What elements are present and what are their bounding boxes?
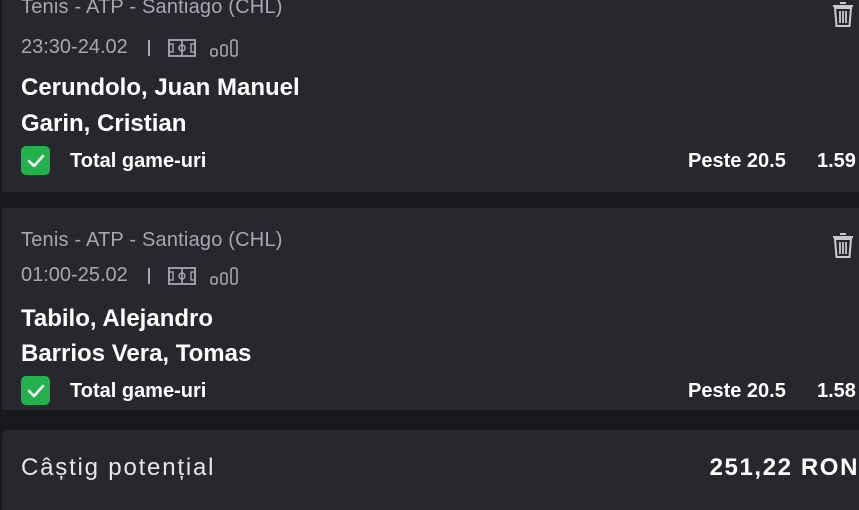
potential-winnings-panel: Câștig potențial 251,22 RON: [2, 430, 859, 510]
trash-icon[interactable]: [831, 231, 855, 259]
match-meta: 23:30-24.02: [21, 36, 252, 59]
potential-winnings-value: 251,22 RON: [709, 454, 859, 481]
odds-value: 1.58: [817, 380, 856, 402]
team-away: Garin, Cristian: [21, 110, 187, 137]
team-home: Tabilo, Alejandro: [21, 305, 214, 332]
team-home: Cerundolo, Juan Manuel: [21, 74, 300, 101]
field-icon[interactable]: [167, 38, 196, 58]
market-name: Total game-uri: [70, 380, 207, 402]
match-meta: 01:00-25.02: [21, 264, 252, 287]
team-away: Barrios Vera, Tomas: [21, 340, 252, 367]
trash-icon[interactable]: [831, 0, 855, 28]
bet-card: Tenis - ATP - Santiago (CHL) 23:30-24.02…: [2, 0, 859, 192]
checkmark-icon[interactable]: [21, 376, 50, 405]
field-icon[interactable]: [167, 266, 196, 286]
stats-icon[interactable]: [209, 266, 238, 286]
checkmark-icon[interactable]: [21, 146, 50, 175]
market-name: Total game-uri: [70, 150, 207, 172]
bet-card: Tenis - ATP - Santiago (CHL) 01:00-25.02…: [2, 208, 859, 410]
selection: Peste 20.5: [688, 380, 786, 402]
stats-icon[interactable]: [209, 38, 238, 58]
potential-winnings-label: Câștig potențial: [21, 454, 216, 481]
odds-value: 1.59: [817, 150, 856, 172]
selection: Peste 20.5: [688, 150, 786, 172]
divider: [147, 267, 150, 284]
league-name: Tenis - ATP - Santiago (CHL): [21, 229, 283, 251]
divider: [147, 39, 150, 56]
match-datetime: 23:30-24.02: [21, 36, 128, 58]
league-name: Tenis - ATP - Santiago (CHL): [21, 0, 283, 18]
match-datetime: 01:00-25.02: [21, 264, 128, 286]
